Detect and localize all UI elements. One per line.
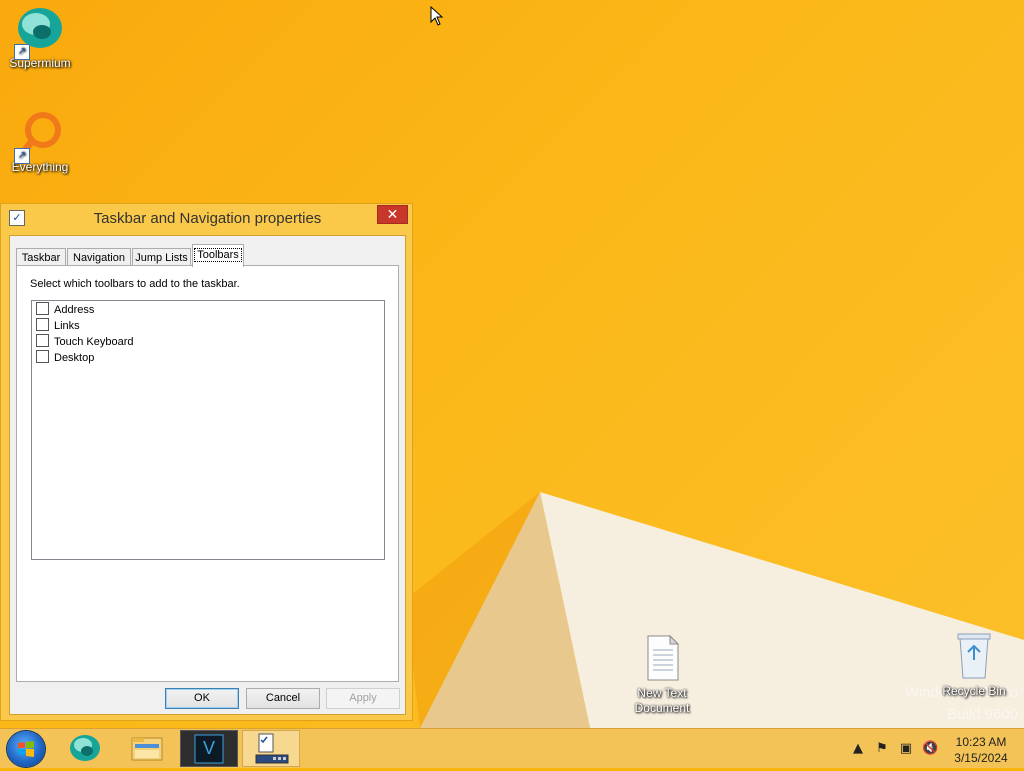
text-document-icon	[647, 634, 680, 681]
tab-label: Toolbars	[194, 248, 242, 262]
toolbar-option-touch-keyboard[interactable]: Touch Keyboard	[36, 334, 134, 350]
taskbar-item-file-explorer[interactable]	[118, 730, 176, 767]
supermium-icon	[70, 735, 100, 761]
network-icon[interactable]: ▣	[898, 741, 914, 757]
tab-taskbar[interactable]: Taskbar	[16, 248, 66, 266]
toolbar-option-address[interactable]: Address	[36, 302, 94, 318]
desktop-icon-everything[interactable]: ↗ Everything	[0, 110, 80, 175]
toolbar-option-label: Links	[54, 320, 80, 332]
desktop-icon-label-line1: New Text	[637, 686, 687, 700]
toolbar-checklist[interactable]: Address Links Touch Keyboard Desktop	[31, 300, 385, 560]
desktop-icon-label-line2: Document	[634, 701, 690, 715]
clock[interactable]: 10:23 AM 3/15/2024	[943, 734, 1019, 766]
taskbar-navigation-properties-dialog: ✓ Taskbar and Navigation properties ✕ Ta…	[0, 203, 413, 721]
cancel-button[interactable]: Cancel	[246, 688, 320, 709]
start-button[interactable]	[7, 731, 45, 767]
shortcut-arrow-icon: ↗	[14, 44, 30, 60]
desktop-icon-supermium[interactable]: ↗ Supermium	[0, 6, 80, 71]
file-explorer-icon	[131, 737, 163, 761]
desktop-icon-recycle-bin[interactable]: Recycle Bin	[934, 630, 1014, 699]
v-app-letter: V	[202, 738, 215, 758]
taskbar: V ▲ ⚑ ▣ 🔇 10:23 AM 3/15/2024	[0, 728, 1024, 768]
desktop-icon-label: Recycle Bin	[942, 684, 1006, 698]
notification-area: ▲ ⚑ ▣ 🔇 10:23 AM 3/15/2024	[850, 729, 1024, 769]
tab-navigation[interactable]: Navigation	[67, 248, 131, 266]
dialog-title: Taskbar and Navigation properties	[93, 210, 322, 227]
checkbox[interactable]	[36, 334, 49, 347]
shortcut-arrow-icon: ↗	[14, 148, 30, 164]
tab-label: Taskbar	[21, 252, 61, 264]
toolbar-option-links[interactable]: Links	[36, 318, 80, 334]
recycle-bin-icon	[957, 633, 991, 679]
taskbar-properties-icon	[255, 733, 289, 764]
toolbar-option-label: Desktop	[54, 352, 95, 364]
close-button[interactable]: ✕	[377, 205, 408, 224]
clock-date: 3/15/2024	[954, 751, 1008, 765]
taskbar-item-v-app[interactable]: V	[180, 730, 238, 767]
tab-jump-lists[interactable]: Jump Lists	[132, 248, 191, 266]
mouse-cursor-icon	[430, 6, 444, 26]
tab-label: Jump Lists	[135, 252, 188, 264]
checkbox[interactable]	[36, 318, 49, 331]
desktop-icon-new-text-document[interactable]: New Text Document	[622, 634, 702, 716]
title-bar[interactable]: ✓ Taskbar and Navigation properties ✕	[1, 204, 414, 234]
apply-button[interactable]: Apply	[326, 688, 400, 709]
volume-muted-icon[interactable]: 🔇	[922, 741, 938, 757]
dialog-client-area: Taskbar Navigation Jump Lists Toolbars S…	[9, 235, 406, 715]
taskbar-item-supermium[interactable]	[56, 730, 114, 767]
desktop-icon-label: Everything	[11, 160, 69, 174]
action-center-flag-icon[interactable]: ⚑	[874, 741, 890, 757]
toolbars-tab-panel: Select which toolbars to add to the task…	[16, 265, 399, 682]
checkbox[interactable]	[36, 302, 49, 315]
tab-label: Navigation	[73, 252, 125, 264]
clock-time: 10:23 AM	[955, 735, 1007, 749]
instruction-text: Select which toolbars to add to the task…	[30, 278, 240, 290]
ok-button[interactable]: OK	[165, 688, 239, 709]
toolbar-option-desktop[interactable]: Desktop	[36, 350, 94, 366]
toolbar-option-label: Touch Keyboard	[54, 336, 134, 348]
toolbar-option-label: Address	[54, 304, 95, 316]
checkbox[interactable]	[36, 350, 49, 363]
windows-logo-icon	[18, 741, 34, 757]
show-hidden-icons-chevron-icon[interactable]: ▲	[850, 741, 866, 757]
watermark-line2: Build 9600	[947, 706, 1018, 723]
taskbar-item-taskbar-properties[interactable]	[242, 730, 300, 767]
desktop-icon-label: Supermium	[9, 56, 71, 70]
tab-toolbars[interactable]: Toolbars	[192, 244, 244, 267]
